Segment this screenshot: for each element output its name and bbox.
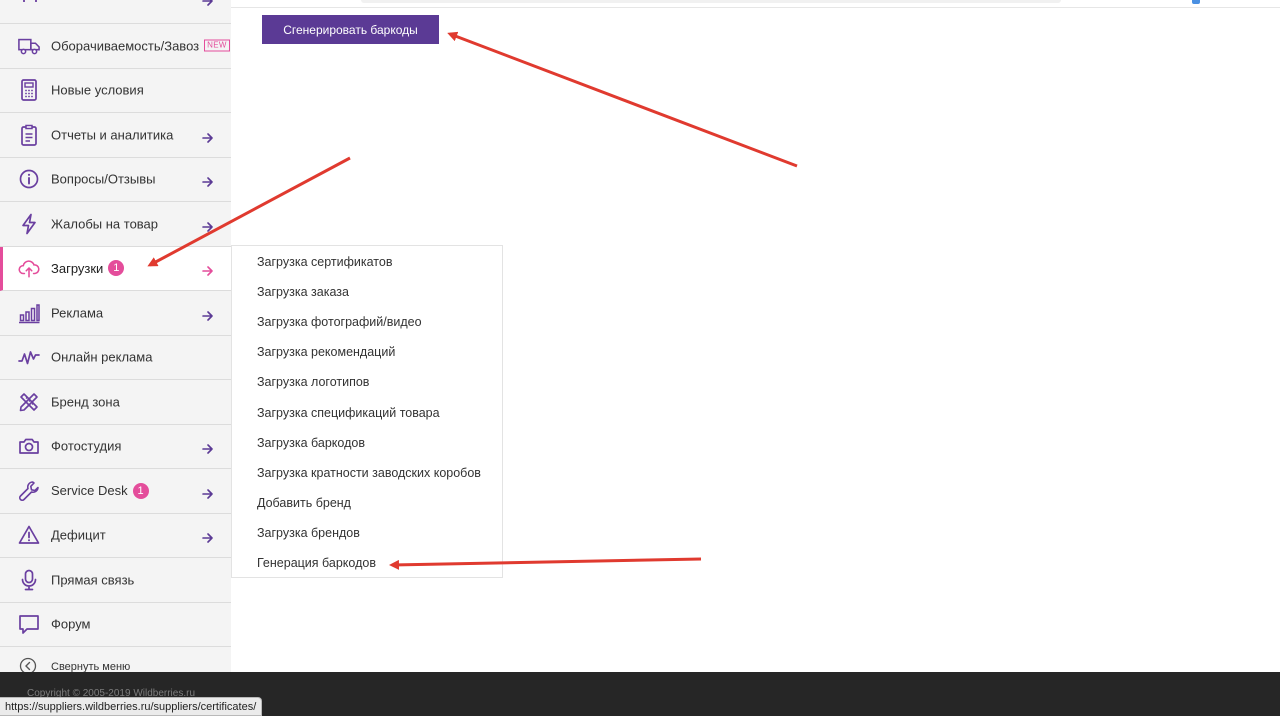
submenu-item-0[interactable]: Загрузка сертификатов	[257, 255, 392, 269]
sidebar-item-label: Прямая связь	[51, 572, 135, 588]
sidebar-item-label: Отчеты и аналитика	[51, 127, 174, 143]
sidebar-item-label: Service Desk	[51, 483, 128, 499]
arrow-right-icon	[202, 308, 214, 321]
notification-badge: 1	[132, 482, 149, 499]
clipboard-icon	[18, 124, 40, 146]
sidebar-item-label: Дефицит	[51, 527, 106, 543]
sidebar-menu: Оборачиваемость/Завоз NEW Новые условия Отч…	[0, 24, 231, 647]
submenu-item-6[interactable]: Загрузка баркодов	[257, 436, 365, 450]
arrow-right-icon	[202, 130, 214, 143]
calculator-icon	[18, 79, 40, 102]
submenu-item-2[interactable]: Загрузка фотографий/видео	[257, 315, 422, 329]
generate-barcodes-button[interactable]: Сгенерировать баркоды	[262, 15, 439, 44]
bar-chart-icon	[18, 302, 40, 324]
submenu-item-3[interactable]: Загрузка рекомендаций	[257, 345, 395, 359]
sidebar-item-label: Оборачиваемость/Завоз	[51, 38, 200, 54]
sidebar-item-cut-off[interactable]	[0, 0, 231, 24]
arrow-right-icon	[202, 441, 214, 455]
sidebar-item-6[interactable]: Реклама	[0, 291, 231, 336]
submenu-item-1[interactable]: Загрузка заказа	[257, 285, 349, 299]
sidebar-item-4[interactable]: Жалобы на товар	[0, 202, 231, 247]
submenu-item-7[interactable]: Загрузка кратности заводских коробов	[257, 466, 481, 480]
submenu-item-5[interactable]: Загрузка спецификаций товара	[257, 406, 440, 420]
cut-off-icon	[23, 0, 37, 2]
arrow-right-icon	[202, 174, 214, 188]
sidebar-item-label: Жалобы на товар	[51, 216, 159, 232]
collapse-menu-button[interactable]: Свернуть меню	[0, 651, 231, 672]
arrow-right-icon	[202, 530, 214, 544]
notification-badge: 1	[108, 260, 125, 277]
sidebar-item-8[interactable]: Бренд зона	[0, 380, 231, 425]
submenu-item-9[interactable]: Загрузка брендов	[257, 526, 360, 540]
pencil-ruler-icon	[18, 391, 40, 413]
sidebar-item-label: Новые условия	[51, 82, 144, 98]
sidebar-item-label: Фотостудия	[51, 438, 122, 454]
sidebar-item-13[interactable]: Форум	[0, 603, 231, 647]
sidebar-item-label: Реклама	[51, 305, 104, 321]
chevron-left-circle-icon	[19, 657, 37, 672]
uploads-submenu: Загрузка сертификатов Загрузка заказа Загр…	[231, 245, 503, 578]
sidebar: Оборачиваемость/Завоз NEW Новые условия Отч…	[0, 0, 231, 672]
cloud-upload-icon	[18, 257, 40, 279]
sidebar-item-label: Форум	[51, 616, 91, 632]
sidebar-item-5[interactable]: Загрузки 1	[0, 246, 231, 291]
arrow-right-icon	[202, 0, 213, 6]
submenu-item-10[interactable]: Генерация баркодов	[257, 556, 376, 570]
sidebar-item-1[interactable]: Новые условия	[0, 69, 231, 113]
sidebar-item-label: Загрузки	[51, 260, 104, 276]
sidebar-item-11[interactable]: Дефицит	[0, 514, 231, 558]
sidebar-item-10[interactable]: Service Desk 1	[0, 469, 231, 514]
sidebar-item-label: Онлайн реклама	[51, 349, 153, 365]
arrow-right-icon	[202, 263, 214, 277]
warning-icon	[18, 524, 40, 546]
collapse-menu-label: Свернуть меню	[51, 661, 131, 672]
sidebar-item-9[interactable]: Фотостудия	[0, 425, 231, 469]
wrench-icon	[18, 480, 40, 502]
submenu-item-8[interactable]: Добавить бренд	[257, 496, 351, 510]
lightning-icon	[18, 213, 40, 235]
sidebar-item-0[interactable]: Оборачиваемость/Завоз NEW	[0, 24, 231, 69]
extension-icon[interactable]	[1192, 0, 1200, 4]
sidebar-item-2[interactable]: Отчеты и аналитика	[0, 113, 231, 158]
chat-icon	[18, 613, 40, 635]
arrow-right-icon	[202, 486, 214, 499]
sidebar-item-label: Бренд зона	[51, 394, 120, 410]
info-icon	[18, 168, 40, 190]
camera-icon	[18, 435, 40, 457]
address-bar-edge	[361, 0, 1061, 3]
sidebar-item-7[interactable]: Онлайн реклама	[0, 336, 231, 380]
sidebar-item-label: Вопросы/Отзывы	[51, 171, 156, 187]
pulse-icon	[18, 346, 40, 368]
new-badge: NEW	[204, 39, 230, 52]
status-bar-url: https://suppliers.wildberries.ru/supplie…	[0, 697, 263, 716]
sidebar-item-3[interactable]: Вопросы/Отзывы	[0, 158, 231, 202]
annotation-arrow-generate-button	[447, 31, 798, 168]
truck-icon	[18, 35, 40, 57]
browser-top-strip	[231, 0, 1280, 8]
sidebar-item-12[interactable]: Прямая связь	[0, 558, 231, 603]
submenu-item-4[interactable]: Загрузка логотипов	[257, 375, 369, 389]
arrow-right-icon	[202, 219, 214, 232]
microphone-icon	[18, 569, 40, 591]
